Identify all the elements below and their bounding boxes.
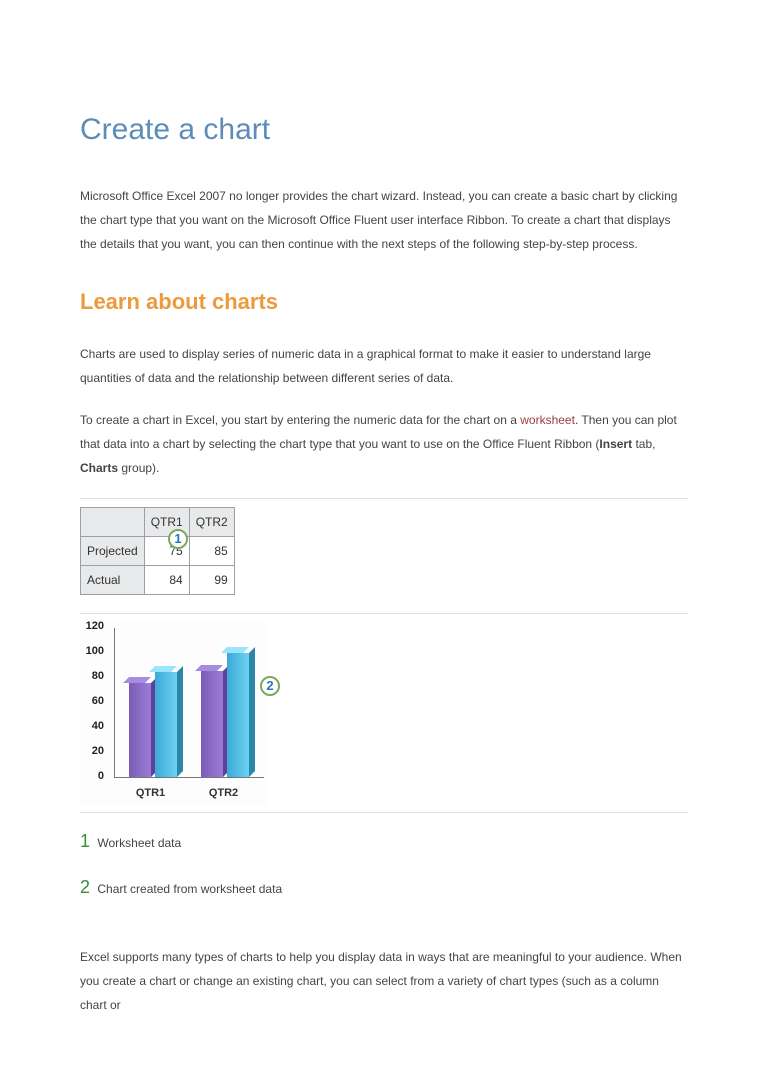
- y-tick-120: 120: [86, 615, 104, 637]
- legend-num-1: 1: [80, 831, 90, 851]
- y-tick-40: 40: [92, 715, 104, 737]
- figure-rule-top: [80, 498, 688, 499]
- cell-actual-qtr1: 84: [144, 566, 189, 595]
- figure-block: QTR1 QTR2 Projected 75 85 Actual 84 99 1: [80, 498, 688, 905]
- figure-rule-bottom: [80, 812, 688, 813]
- row-label-projected: Projected: [81, 537, 145, 566]
- chart-plot-area: [114, 628, 264, 778]
- table-row: Actual 84 99: [81, 566, 235, 595]
- worksheet-table: QTR1 QTR2 Projected 75 85 Actual 84 99: [80, 507, 235, 595]
- x-label-qtr2: QTR2: [187, 782, 260, 804]
- bar-projected-qtr2: [201, 671, 227, 777]
- y-tick-20: 20: [92, 740, 104, 762]
- table-header-row: QTR1 QTR2: [81, 508, 235, 537]
- section1-p1: Charts are used to display series of num…: [80, 342, 688, 390]
- y-tick-80: 80: [92, 665, 104, 687]
- y-tick-100: 100: [86, 640, 104, 662]
- y-tick-0: 0: [98, 765, 104, 787]
- legend-text-2: Chart created from worksheet data: [97, 882, 282, 896]
- bold-charts: Charts: [80, 461, 118, 475]
- bar-actual-qtr1: [155, 672, 181, 777]
- cell-actual-qtr2: 99: [189, 566, 234, 595]
- p2a: To create a chart in Excel, you start by…: [80, 413, 520, 427]
- worksheet-table-wrap: QTR1 QTR2 Projected 75 85 Actual 84 99 1: [80, 505, 235, 599]
- x-axis-labels: QTR1 QTR2: [114, 778, 264, 804]
- page-title: Create a chart: [80, 100, 688, 160]
- x-label-qtr1: QTR1: [114, 782, 187, 804]
- table-row: Projected 75 85: [81, 537, 235, 566]
- callout-1-icon: 1: [168, 529, 188, 549]
- y-tick-60: 60: [92, 690, 104, 712]
- worksheet-link[interactable]: worksheet: [520, 413, 575, 427]
- closing-paragraph: Excel supports many types of charts to h…: [80, 945, 688, 1017]
- cell-projected-qtr2: 85: [189, 537, 234, 566]
- intro-paragraph: Microsoft Office Excel 2007 no longer pr…: [80, 184, 688, 256]
- figure-rule-mid: [80, 613, 688, 614]
- bold-insert: Insert: [599, 437, 632, 451]
- bar-actual-qtr2: [227, 653, 253, 777]
- legend-item-1: 1 Worksheet data: [80, 823, 688, 859]
- p2c: tab,: [632, 437, 655, 451]
- col-header-qtr2: QTR2: [189, 508, 234, 537]
- section1-p2: To create a chart in Excel, you start by…: [80, 408, 688, 480]
- chart-figure: 2 120 100 80 60 40 20 0 QTR1 QTR2: [80, 620, 268, 806]
- section-heading-learn: Learn about charts: [80, 280, 688, 324]
- bar-projected-qtr1: [129, 683, 155, 777]
- p2d: group).: [118, 461, 159, 475]
- row-label-actual: Actual: [81, 566, 145, 595]
- y-axis-ticks: 120 100 80 60 40 20 0: [80, 626, 106, 776]
- corner-cell: [81, 508, 145, 537]
- legend-text-1: Worksheet data: [97, 836, 181, 850]
- legend-num-2: 2: [80, 877, 90, 897]
- legend-item-2: 2 Chart created from worksheet data: [80, 869, 688, 905]
